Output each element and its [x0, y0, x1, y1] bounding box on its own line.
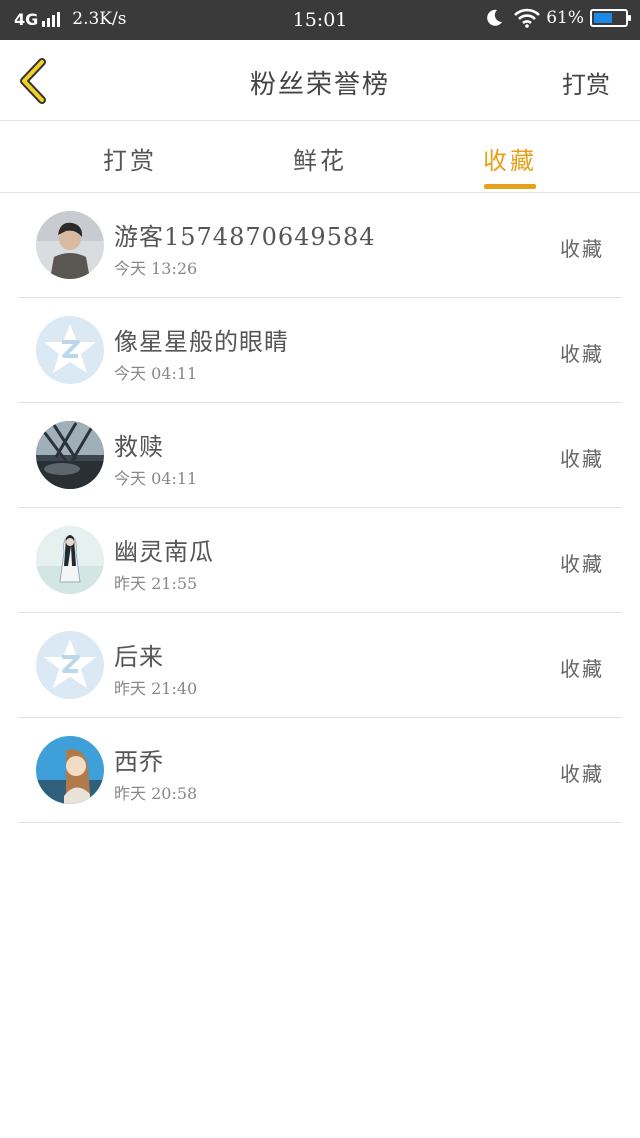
nav-bar: 粉丝荣誉榜 打赏: [0, 40, 640, 121]
tab-favorites[interactable]: 收藏: [450, 141, 570, 176]
tab-reward[interactable]: 打赏: [70, 141, 190, 176]
fan-time: 昨天 21:55: [114, 574, 198, 593]
fan-list: 游客1574870649584 今天 13:26 收藏 像星星般的眼睛 今天 0…: [0, 193, 640, 823]
status-right: 61%: [484, 8, 631, 28]
row-divider: [18, 822, 622, 823]
fan-time: 今天 13:26: [114, 259, 198, 278]
list-item[interactable]: 像星星般的眼睛 今天 04:11 收藏: [0, 298, 640, 403]
action-tag: 收藏: [560, 447, 604, 471]
avatar: [36, 211, 104, 279]
fan-name: 后来: [114, 643, 164, 671]
battery-percent: 61%: [546, 8, 584, 28]
fan-time: 昨天 21:40: [114, 679, 198, 698]
wifi-icon: [514, 8, 541, 28]
fan-time: 今天 04:11: [114, 364, 198, 383]
fan-time: 今天 04:11: [114, 469, 198, 488]
tab-bar: 打赏 鲜花 收藏: [0, 121, 640, 193]
fan-name: 幽灵南瓜: [114, 538, 214, 566]
status-bar: 4G 2.3K/s 15:01 61%: [0, 0, 640, 40]
moon-icon: [487, 9, 503, 26]
avatar: [36, 631, 104, 699]
list-item[interactable]: 救赎 今天 04:11 收藏: [0, 403, 640, 508]
page-title: 粉丝荣誉榜: [249, 70, 390, 100]
avatar: [36, 526, 104, 594]
action-tag: 收藏: [560, 552, 604, 576]
battery-icon: [590, 9, 631, 27]
action-tag: 收藏: [560, 657, 604, 681]
avatar: [36, 316, 104, 384]
list-item[interactable]: 幽灵南瓜 昨天 21:55 收藏: [0, 508, 640, 613]
action-tag: 收藏: [560, 762, 604, 786]
action-tag: 收藏: [560, 342, 604, 366]
list-item[interactable]: 西乔 昨天 20:58 收藏: [0, 718, 640, 823]
fan-name: 游客1574870649584: [114, 223, 376, 251]
fan-time: 昨天 20:58: [114, 784, 198, 803]
list-item[interactable]: 游客1574870649584 今天 13:26 收藏: [0, 193, 640, 298]
action-tag: 收藏: [560, 237, 604, 261]
tab-flowers[interactable]: 鲜花: [260, 141, 380, 176]
list-item[interactable]: 后来 昨天 21:40 收藏: [0, 613, 640, 718]
fan-name: 像星星般的眼睛: [114, 328, 289, 356]
avatar: [36, 736, 104, 804]
fan-name: 西乔: [114, 748, 164, 776]
active-tab-indicator: [484, 184, 536, 189]
reward-button[interactable]: 打赏: [562, 65, 610, 100]
avatar: [36, 421, 104, 489]
battery-level: [594, 13, 612, 23]
fan-name: 救赎: [114, 433, 164, 461]
